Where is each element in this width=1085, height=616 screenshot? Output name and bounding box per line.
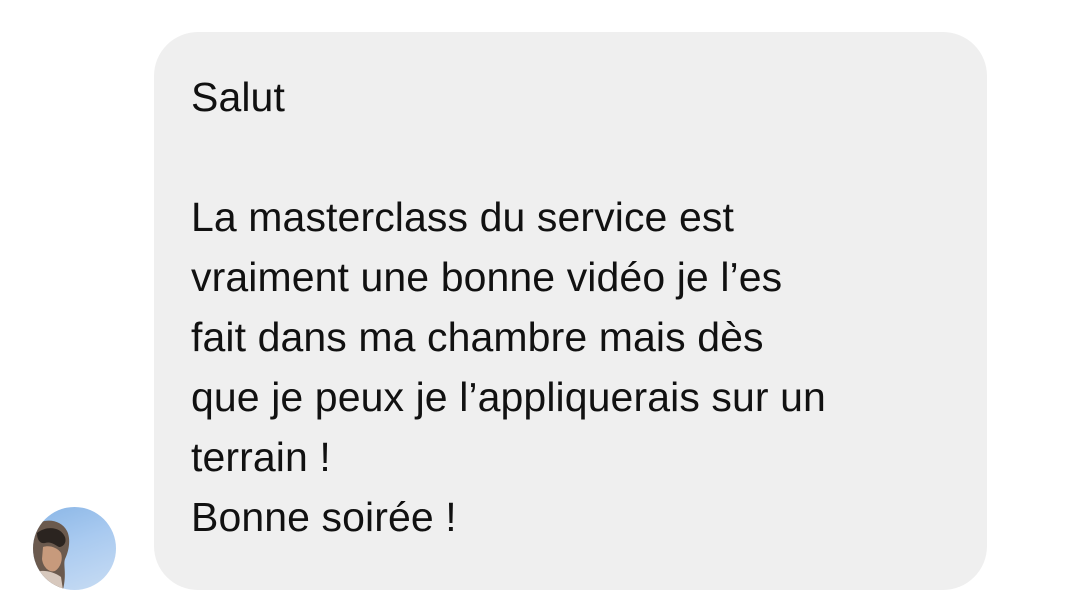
message-row: Salut La masterclass du service est vrai… — [0, 0, 1085, 616]
profile-photo-icon — [33, 520, 70, 590]
message-text: Salut La masterclass du service est vrai… — [191, 74, 826, 540]
message-bubble[interactable]: Salut La masterclass du service est vrai… — [154, 32, 987, 590]
sender-avatar[interactable] — [33, 507, 116, 590]
